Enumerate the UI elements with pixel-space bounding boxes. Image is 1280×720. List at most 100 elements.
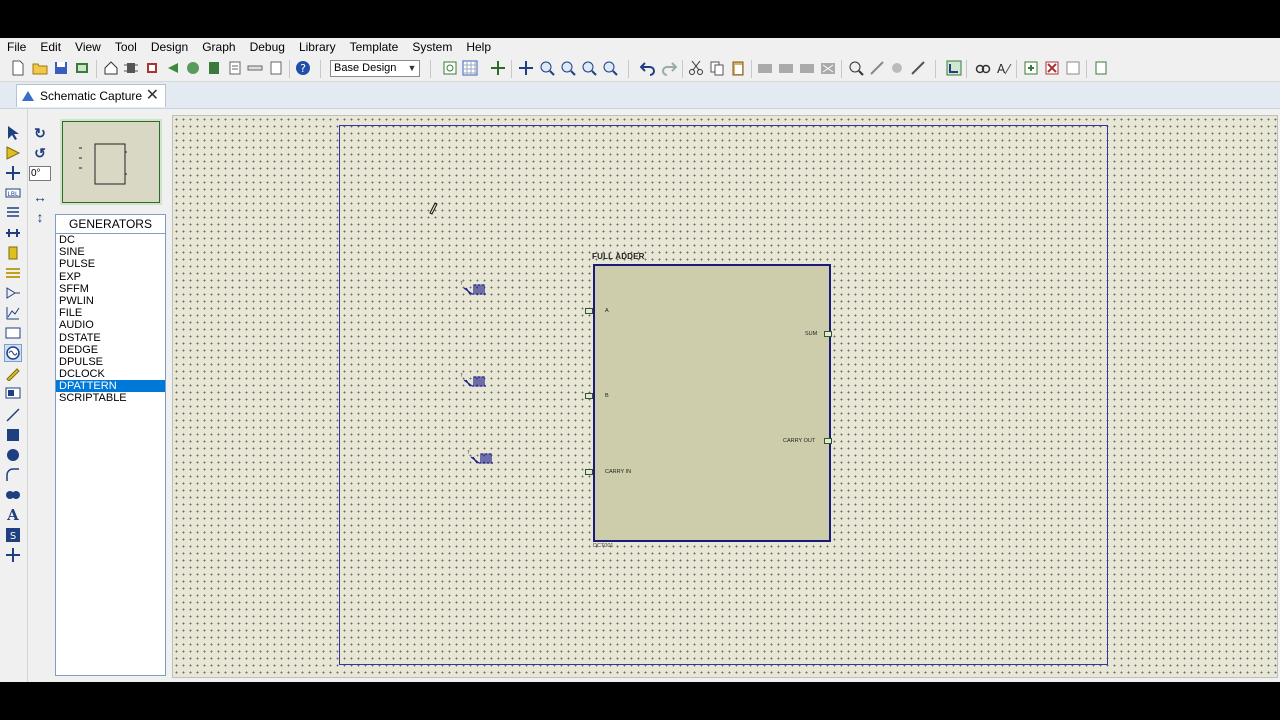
mirror-horizontal-icon[interactable]: ↔: [32, 189, 48, 205]
circle-tool-icon[interactable]: [5, 447, 21, 463]
pin-b[interactable]: [585, 393, 593, 399]
list-item[interactable]: SINE: [56, 246, 165, 258]
list-item[interactable]: PULSE: [56, 258, 165, 270]
zoom-out-icon[interactable]: [560, 60, 576, 76]
instrument-icon[interactable]: [5, 385, 21, 401]
list-item[interactable]: DEDGE: [56, 344, 165, 356]
redo-icon[interactable]: [661, 60, 677, 76]
ruler-icon[interactable]: [247, 60, 263, 76]
notes-icon[interactable]: [268, 60, 284, 76]
exit-to-parent-icon[interactable]: [1065, 60, 1081, 76]
probe-icon[interactable]: [5, 365, 21, 381]
path-tool-icon[interactable]: [5, 487, 21, 503]
origin-icon[interactable]: [490, 60, 506, 76]
text-script-icon[interactable]: [5, 205, 21, 221]
close-icon[interactable]: ✕: [146, 87, 159, 105]
pan-icon[interactable]: [518, 60, 534, 76]
mirror-vertical-icon[interactable]: ↕: [32, 209, 48, 225]
menu-file[interactable]: File: [0, 38, 33, 57]
rotate-clockwise-icon[interactable]: ↻: [32, 125, 48, 141]
bom-icon[interactable]: [206, 60, 222, 76]
save-icon[interactable]: [53, 60, 69, 76]
dpattern-generator-b[interactable]: ?: [460, 372, 496, 388]
netlist-icon[interactable]: [1093, 60, 1109, 76]
list-item[interactable]: DCLOCK: [56, 368, 165, 380]
menu-system[interactable]: System: [405, 38, 459, 57]
list-item[interactable]: EXP: [56, 271, 165, 283]
list-item[interactable]: DPULSE: [56, 356, 165, 368]
home-icon[interactable]: [103, 60, 119, 76]
full-adder-block[interactable]: [593, 264, 831, 542]
junction-dot-icon[interactable]: [5, 165, 21, 181]
wire-label-icon[interactable]: LBL: [5, 185, 21, 201]
zoom-area-icon[interactable]: [602, 60, 618, 76]
back-icon[interactable]: [164, 60, 180, 76]
list-item[interactable]: AUDIO: [56, 319, 165, 331]
bus-icon[interactable]: [5, 225, 21, 241]
block-copy-icon[interactable]: [757, 60, 773, 76]
make-device-icon[interactable]: [869, 60, 885, 76]
help-icon[interactable]: ?: [295, 60, 311, 76]
device-pin-icon[interactable]: [5, 285, 21, 301]
search-tag-icon[interactable]: [975, 60, 991, 76]
refresh-icon[interactable]: [442, 60, 458, 76]
terminal-icon[interactable]: [5, 265, 21, 281]
menu-template[interactable]: Template: [343, 38, 406, 57]
menu-graph[interactable]: Graph: [195, 38, 242, 57]
line-tool-icon[interactable]: [5, 407, 21, 423]
tab-schematic-capture[interactable]: Schematic Capture ✕: [16, 84, 166, 107]
dpattern-generator-a[interactable]: ?: [460, 280, 496, 296]
overview-preview[interactable]: [62, 121, 160, 203]
design-variant-select[interactable]: Base Design ▼: [330, 60, 420, 77]
list-item[interactable]: FILE: [56, 307, 165, 319]
graph-icon[interactable]: [5, 305, 21, 321]
pin-carry-in[interactable]: [585, 469, 593, 475]
paste-icon[interactable]: [730, 60, 746, 76]
list-item-selected[interactable]: DPATTERN: [56, 380, 165, 393]
block-delete-icon[interactable]: [820, 60, 836, 76]
new-file-icon[interactable]: [10, 60, 26, 76]
list-item[interactable]: PWLIN: [56, 295, 165, 307]
report-icon[interactable]: [227, 60, 243, 76]
selection-mode-icon[interactable]: [5, 125, 21, 141]
decompose-icon[interactable]: [910, 60, 926, 76]
text-tool-icon[interactable]: A: [5, 506, 21, 524]
symbol-tool-icon[interactable]: S: [5, 527, 21, 543]
generator-mode-icon[interactable]: [4, 344, 22, 362]
marker-tool-icon[interactable]: [5, 547, 21, 563]
copy-icon[interactable]: [709, 60, 725, 76]
dpattern-generator-cin[interactable]: ?: [467, 449, 503, 465]
menu-view[interactable]: View: [68, 38, 108, 57]
remove-sheet-icon[interactable]: [1044, 60, 1060, 76]
component-icon[interactable]: [123, 60, 139, 76]
arc-tool-icon[interactable]: [5, 467, 21, 483]
pick-device-icon[interactable]: [848, 60, 864, 76]
block-move-icon[interactable]: [778, 60, 794, 76]
component-mode-icon[interactable]: [5, 145, 21, 161]
list-item[interactable]: SCRIPTABLE: [56, 392, 165, 404]
menu-tool[interactable]: Tool: [108, 38, 144, 57]
block-rotate-icon[interactable]: [799, 60, 815, 76]
subcircuit-icon[interactable]: [5, 245, 21, 261]
menu-library[interactable]: Library: [292, 38, 343, 57]
undo-icon[interactable]: [640, 60, 656, 76]
package-tool-icon[interactable]: [889, 60, 905, 76]
cut-icon[interactable]: [688, 60, 704, 76]
list-item[interactable]: DC: [56, 234, 165, 246]
menu-help[interactable]: Help: [459, 38, 498, 57]
gallery-icon[interactable]: [185, 60, 201, 76]
menu-edit[interactable]: Edit: [33, 38, 68, 57]
new-sheet-icon[interactable]: [1023, 60, 1039, 76]
zoom-in-icon[interactable]: [539, 60, 555, 76]
rotate-anticlockwise-icon[interactable]: ↺: [32, 145, 48, 161]
menu-debug[interactable]: Debug: [243, 38, 292, 57]
list-item[interactable]: DSTATE: [56, 332, 165, 344]
open-folder-icon[interactable]: [32, 60, 48, 76]
rotation-angle-field[interactable]: 0°: [29, 166, 51, 181]
grid-icon[interactable]: [462, 60, 478, 76]
chip-icon[interactable]: [144, 60, 160, 76]
pin-carry-out[interactable]: [824, 438, 832, 444]
zoom-all-icon[interactable]: [581, 60, 597, 76]
property-assign-icon[interactable]: A: [996, 60, 1012, 76]
box-tool-icon[interactable]: [5, 427, 21, 443]
